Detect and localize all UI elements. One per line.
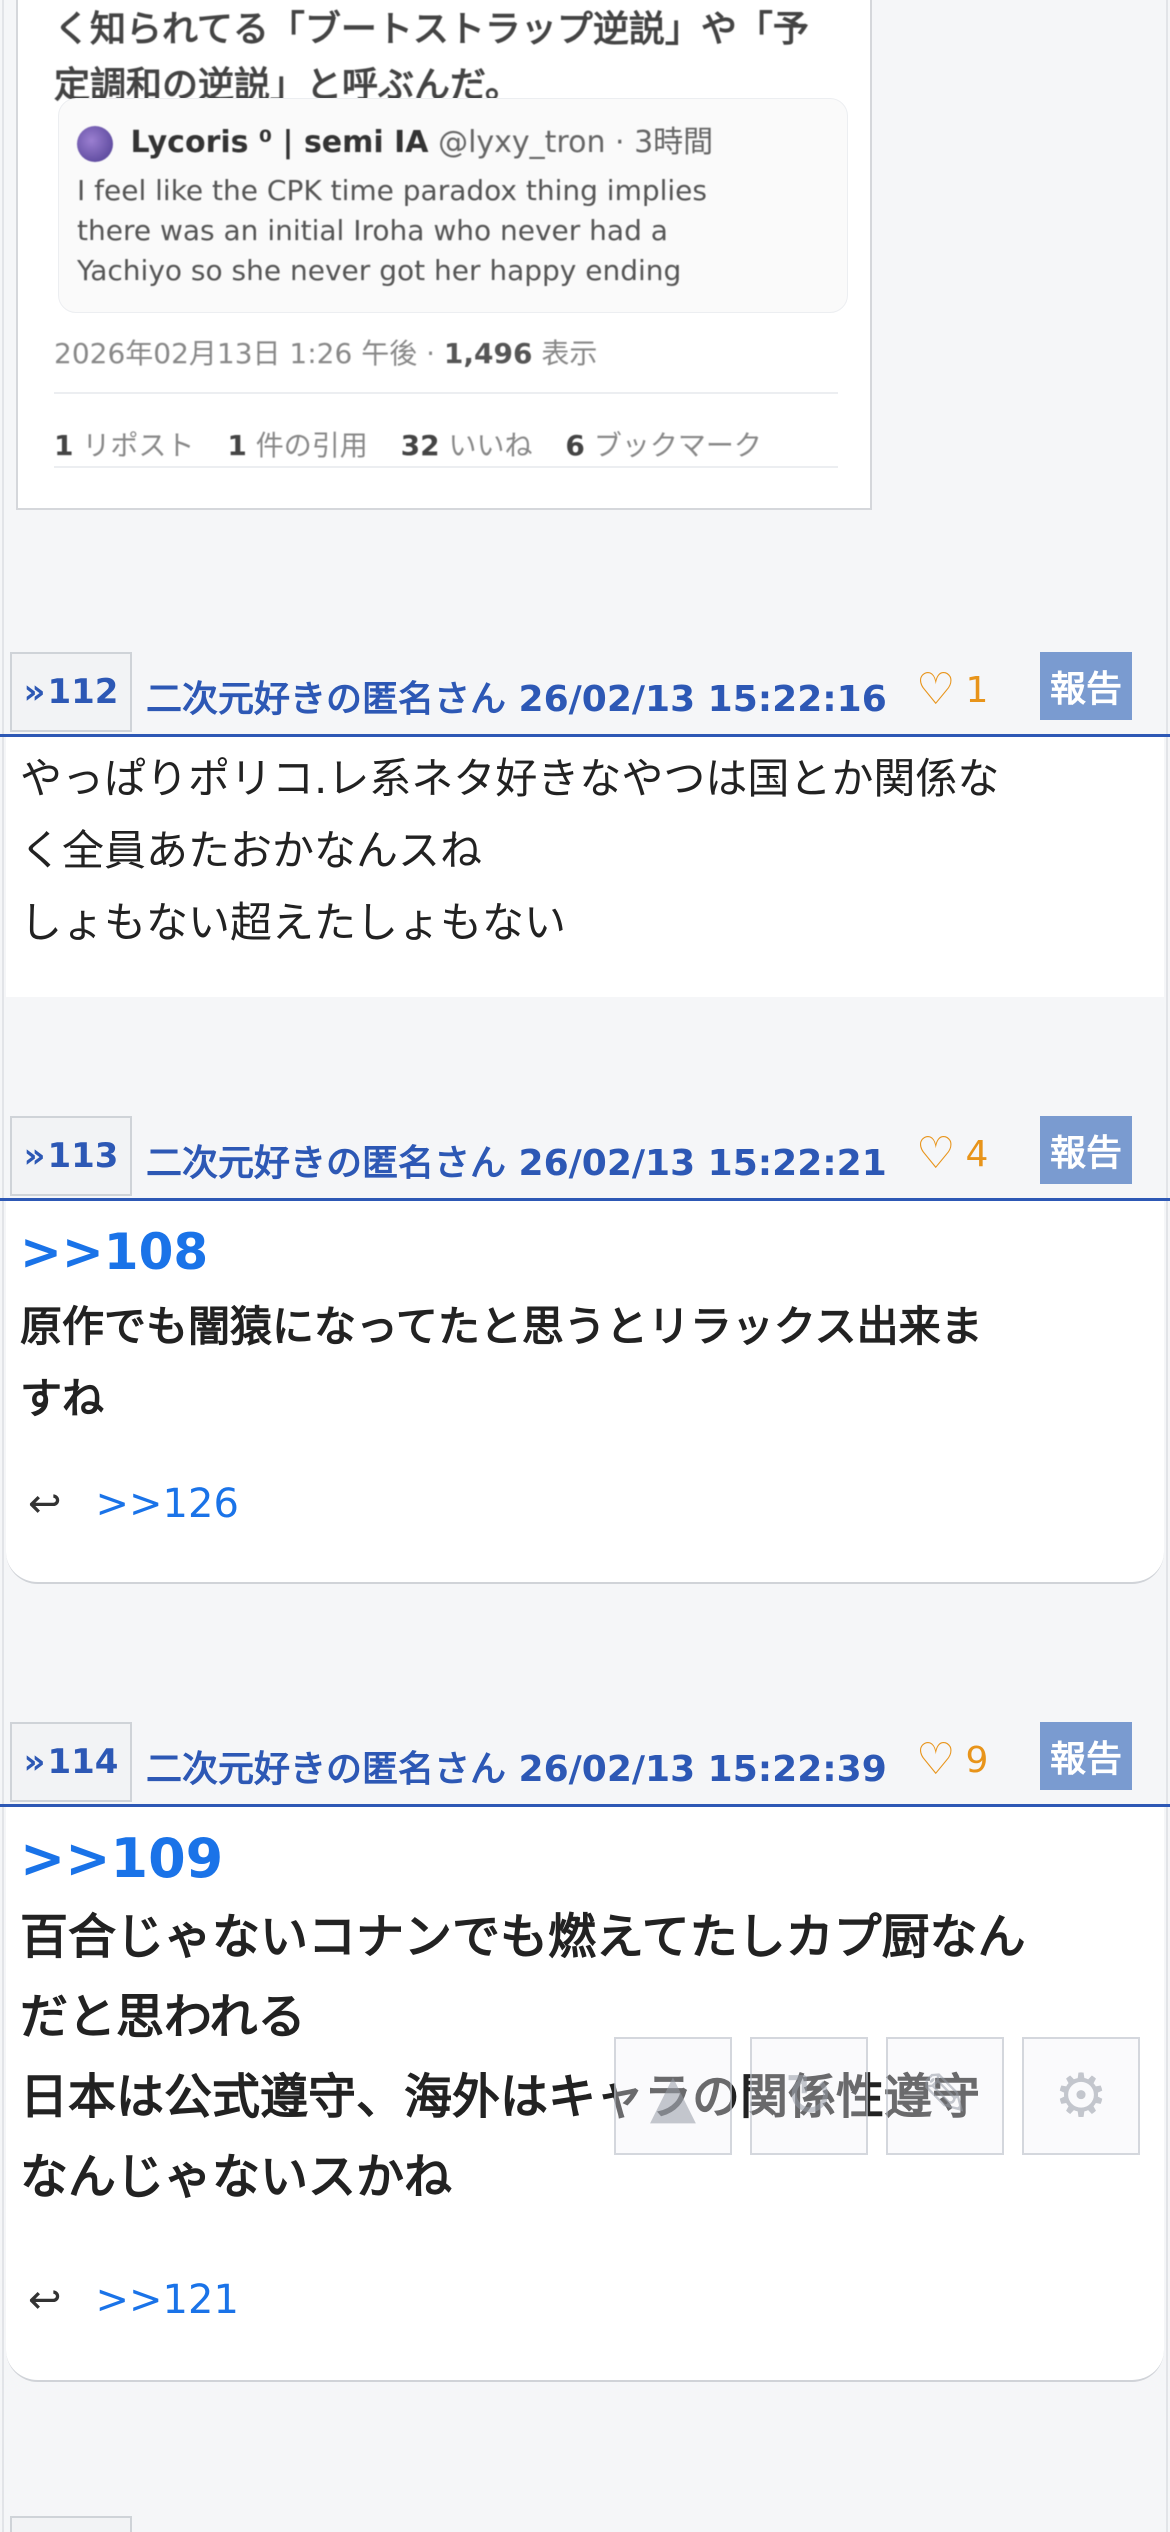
post-number-button[interactable]: » 112 <box>10 652 132 732</box>
arrow-up-icon: ▲ <box>649 2061 697 2131</box>
settings-button[interactable]: ⚙ <box>1022 2037 1140 2155</box>
post-number-button[interactable]: » 113 <box>10 1116 132 1196</box>
like-button[interactable]: ♡ 9 <box>916 1738 988 1782</box>
reply-link[interactable]: >>121 <box>96 2277 239 2323</box>
heart-outline-icon: ♡ <box>916 664 956 715</box>
floating-toolbar: ▲ ↻ ✎ ⚙ <box>614 2037 1144 2155</box>
reply-arrow-icon: ↪ <box>28 2277 62 2323</box>
reply-link[interactable]: >>126 <box>96 1481 239 1527</box>
embedded-tweet-image[interactable]: く知られてる「ブートストラップ逆説」や「予 定調和の逆説」と呼ぶんだ。 Lyco… <box>16 0 872 510</box>
post-body: やっぱりポリコ.レ系ネタ好きなやつは国とか関係な く全員あたおかなんスね しょも… <box>6 737 1164 997</box>
post-header: » 112 二次元好きの匿名さん 26/02/13 15:22:16 ♡ 1 報告 <box>0 652 1170 740</box>
like-count: 4 <box>965 1133 989 1175</box>
post-112: » 112 二次元好きの匿名さん 26/02/13 15:22:16 ♡ 1 報告 … <box>0 652 1170 1032</box>
post-text-line: しょもない超えたしょもない <box>20 898 567 947</box>
double-chevron-icon: » <box>23 1136 46 1176</box>
avatar <box>77 125 113 162</box>
report-button[interactable]: 報告 <box>1040 1116 1132 1184</box>
repost-count: 1 <box>54 429 74 462</box>
tweet-views-label: 表示 <box>532 337 598 370</box>
quote-count: 1 <box>227 429 247 462</box>
post-number: 113 <box>47 1136 119 1176</box>
write-button[interactable]: ✎ <box>886 2037 1004 2155</box>
poster-name-date: 二次元好きの匿名さん 26/02/13 15:22:16 <box>146 679 887 720</box>
anchor-link[interactable]: >>109 <box>20 1827 223 1890</box>
post-body: >>108 原作でも闇猿になってたと思うとリラックス出来ま すね ↪ >>126 <box>6 1201 1164 1584</box>
post-header: » 114 二次元好きの匿名さん 26/02/13 15:22:39 ♡ 9 報告 <box>0 1722 1170 1810</box>
report-button[interactable]: 報告 <box>1040 652 1132 720</box>
quoted-tweet-header: Lycoris ⁰ | semi IA @lyxy_tron · 3時間 <box>77 117 713 162</box>
edit-icon: ✎ <box>919 2061 971 2131</box>
tweet-date: 2026年02月13日 1:26 午後 · <box>54 337 444 370</box>
next-post-number-button[interactable] <box>10 2516 132 2532</box>
post-text-line: すね <box>20 1374 105 1423</box>
quoted-body-line: there was an initial Iroha who never had… <box>77 214 668 247</box>
like-button[interactable]: ♡ 4 <box>916 1132 988 1176</box>
report-button[interactable]: 報告 <box>1040 1722 1132 1790</box>
reply-row: ↪ >>121 <box>28 2277 239 2323</box>
quoted-author: Lycoris ⁰ | semi IA <box>130 125 429 160</box>
heart-outline-icon: ♡ <box>916 1734 956 1785</box>
like-label: いいね <box>448 429 533 462</box>
reply-arrow-icon: ↪ <box>28 1481 62 1527</box>
tweet-meta: 2026年02月13日 1:26 午後 · 1,496 表示 <box>54 332 597 372</box>
post-text-line: 原作でも闇猿になってたと思うとリラックス出来ま <box>20 1302 983 1351</box>
quoted-body: I feel like the CPK time paradox thing i… <box>77 171 827 291</box>
scroll-top-button[interactable]: ▲ <box>614 2037 732 2155</box>
like-count: 32 <box>400 429 440 462</box>
bookmark-count: 6 <box>565 429 585 462</box>
like-button[interactable]: ♡ 1 <box>916 668 988 712</box>
post-text-line: く全員あたおかなんスね <box>20 826 483 875</box>
refresh-button[interactable]: ↻ <box>750 2037 868 2155</box>
like-count: 9 <box>965 1739 989 1781</box>
refresh-icon: ↻ <box>783 2061 835 2131</box>
double-chevron-icon: » <box>23 1742 46 1782</box>
heart-outline-icon: ♡ <box>916 1128 956 1179</box>
bookmark-label: ブックマーク <box>593 429 762 462</box>
divider <box>54 392 838 394</box>
quoted-handle: @lyxy_tron · 3時間 <box>438 125 714 160</box>
reply-row: ↪ >>126 <box>28 1481 239 1527</box>
quoted-body-line: I feel like the CPK time paradox thing i… <box>77 174 707 207</box>
post-text: 原作でも闇猿になってたと思うとリラックス出来ま すね <box>20 1291 983 1435</box>
quoted-tweet: Lycoris ⁰ | semi IA @lyxy_tron · 3時間 I f… <box>58 98 848 313</box>
post-number-button[interactable]: » 114 <box>10 1722 132 1802</box>
poster-name-date: 二次元好きの匿名さん 26/02/13 15:22:21 <box>146 1143 887 1184</box>
quote-label: 件の引用 <box>255 429 368 462</box>
post-text: やっぱりポリコ.レ系ネタ好きなやつは国とか関係な く全員あたおかなんスね しょも… <box>20 743 999 959</box>
poster-name-date: 二次元好きの匿名さん 26/02/13 15:22:39 <box>146 1749 887 1790</box>
tweet-views: 1,496 <box>443 337 533 370</box>
anchor-link[interactable]: >>108 <box>20 1223 208 1281</box>
divider <box>54 466 838 468</box>
post-header: » 113 二次元好きの匿名さん 26/02/13 15:22:21 ♡ 4 報告 <box>0 1116 1170 1204</box>
post-113: » 113 二次元好きの匿名さん 26/02/13 15:22:21 ♡ 4 報告 … <box>0 1116 1170 1586</box>
tweet-stats: 1 リポスト 1 件の引用 32 いいね 6 ブックマーク <box>54 424 762 464</box>
post-number: 112 <box>47 672 119 712</box>
double-chevron-icon: » <box>23 672 46 712</box>
thread-page: く知られてる「ブートストラップ逆説」や「予 定調和の逆説」と呼ぶんだ。 Lyco… <box>0 0 1170 2532</box>
gear-icon: ⚙ <box>1054 2061 1108 2131</box>
tweet-text-line: く知られてる「ブートストラップ逆説」や「予 <box>54 9 809 50</box>
post-text-line: 百合じゃないコナンでも燃えてたしカプ厨なん <box>20 1909 1026 1965</box>
quoted-body-line: Yachiyo so she never got her happy endin… <box>77 254 682 287</box>
repost-label: リポスト <box>82 429 195 462</box>
post-number: 114 <box>47 1742 119 1782</box>
like-count: 1 <box>965 669 989 711</box>
post-text-line: やっぱりポリコ.レ系ネタ好きなやつは国とか関係な <box>20 754 1000 803</box>
